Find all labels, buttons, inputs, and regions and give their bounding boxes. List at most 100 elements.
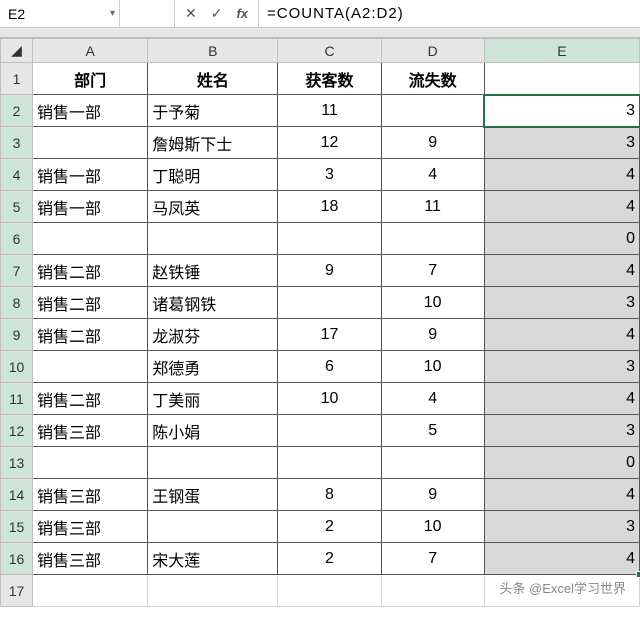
cell[interactable]: 9 — [381, 319, 484, 351]
row-header[interactable]: 5 — [1, 191, 33, 223]
cell[interactable]: 部门 — [33, 63, 148, 95]
row-header[interactable]: 4 — [1, 159, 33, 191]
cell[interactable]: 11 — [278, 95, 381, 127]
cell[interactable]: 2 — [278, 543, 381, 575]
cell[interactable]: 10 — [381, 351, 484, 383]
row-header[interactable]: 1 — [1, 63, 33, 95]
cell[interactable]: 丁聪明 — [148, 159, 278, 191]
cell[interactable]: 詹姆斯下士 — [148, 127, 278, 159]
cell[interactable]: 0 — [484, 447, 639, 479]
chevron-down-icon[interactable]: ▾ — [110, 8, 115, 19]
cell[interactable] — [278, 287, 381, 319]
row-header[interactable]: 17 — [1, 575, 33, 607]
cell[interactable]: 销售三部 — [33, 543, 148, 575]
cell[interactable]: 获客数 — [278, 63, 381, 95]
cell[interactable]: 3 — [484, 511, 639, 543]
row-header[interactable]: 10 — [1, 351, 33, 383]
row-header[interactable]: 11 — [1, 383, 33, 415]
cell[interactable]: 王钢蛋 — [148, 479, 278, 511]
cell[interactable] — [33, 223, 148, 255]
cell[interactable]: 销售一部 — [33, 95, 148, 127]
row-header[interactable]: 13 — [1, 447, 33, 479]
cell[interactable]: 3 — [484, 351, 639, 383]
col-header-c[interactable]: C — [278, 39, 381, 63]
cell[interactable]: 销售二部 — [33, 255, 148, 287]
cell[interactable] — [148, 223, 278, 255]
cell[interactable]: 龙淑芬 — [148, 319, 278, 351]
cell[interactable]: 9 — [381, 127, 484, 159]
cell[interactable]: 9 — [278, 255, 381, 287]
cell[interactable]: 马凤英 — [148, 191, 278, 223]
select-all-corner[interactable]: ◢ — [1, 39, 33, 63]
cell[interactable]: 6 — [278, 351, 381, 383]
cell[interactable]: 销售三部 — [33, 479, 148, 511]
col-header-e[interactable]: E — [484, 39, 639, 63]
cell[interactable]: 5 — [381, 415, 484, 447]
cell[interactable]: 3 — [278, 159, 381, 191]
row-header[interactable]: 7 — [1, 255, 33, 287]
cell[interactable] — [278, 223, 381, 255]
cell[interactable]: 4 — [484, 159, 639, 191]
cell[interactable]: 姓名 — [148, 63, 278, 95]
cell[interactable]: 17 — [278, 319, 381, 351]
row-header[interactable]: 14 — [1, 479, 33, 511]
cell[interactable]: 于予菊 — [148, 95, 278, 127]
fill-handle[interactable] — [636, 571, 640, 578]
cell[interactable]: 3 — [484, 127, 639, 159]
cell[interactable]: 3 — [484, 415, 639, 447]
cell[interactable] — [484, 63, 639, 95]
col-header-d[interactable]: D — [381, 39, 484, 63]
col-header-b[interactable]: B — [148, 39, 278, 63]
cell[interactable] — [278, 447, 381, 479]
cell[interactable]: 12 — [278, 127, 381, 159]
cell[interactable]: 4 — [484, 191, 639, 223]
row-header[interactable]: 12 — [1, 415, 33, 447]
cell[interactable]: 销售二部 — [33, 383, 148, 415]
row-header[interactable]: 9 — [1, 319, 33, 351]
cell[interactable]: 销售二部 — [33, 287, 148, 319]
cell[interactable]: 4 — [381, 383, 484, 415]
cell[interactable]: 销售二部 — [33, 319, 148, 351]
cell[interactable]: 18 — [278, 191, 381, 223]
cell[interactable]: 10 — [381, 287, 484, 319]
cell[interactable]: 4 — [484, 255, 639, 287]
cell[interactable] — [33, 575, 148, 607]
formula-input[interactable]: =COUNTA(A2:D2) — [259, 0, 640, 27]
cell[interactable]: 4 — [484, 383, 639, 415]
row-header[interactable]: 3 — [1, 127, 33, 159]
cell[interactable]: 销售一部 — [33, 159, 148, 191]
name-box[interactable]: E2 ▾ — [0, 0, 120, 27]
cancel-icon[interactable]: ✕ — [185, 5, 197, 22]
cell[interactable] — [381, 575, 484, 607]
cell[interactable] — [33, 127, 148, 159]
cell[interactable]: 4 — [484, 479, 639, 511]
row-header[interactable]: 2 — [1, 95, 33, 127]
cell[interactable] — [381, 223, 484, 255]
cell[interactable]: 4 — [484, 319, 639, 351]
cell[interactable]: 10 — [278, 383, 381, 415]
cell[interactable] — [278, 575, 381, 607]
cell[interactable] — [381, 447, 484, 479]
cell[interactable]: 销售三部 — [33, 415, 148, 447]
cell[interactable]: 2 — [278, 511, 381, 543]
fx-icon[interactable]: fx — [236, 6, 248, 21]
cell[interactable]: 8 — [278, 479, 381, 511]
row-header[interactable]: 6 — [1, 223, 33, 255]
cell[interactable] — [148, 511, 278, 543]
cell[interactable]: 9 — [381, 479, 484, 511]
cell[interactable] — [33, 447, 148, 479]
cell[interactable]: 郑德勇 — [148, 351, 278, 383]
cell[interactable] — [33, 351, 148, 383]
cell[interactable]: 4 — [381, 159, 484, 191]
row-header[interactable]: 15 — [1, 511, 33, 543]
spreadsheet-grid[interactable]: ◢ A B C D E 1 部门 姓名 获客数 流失数 2 销售一部 于予菊 1… — [0, 38, 640, 607]
cell[interactable]: 诸葛钢铁 — [148, 287, 278, 319]
active-cell[interactable]: 3 — [484, 95, 639, 127]
cell[interactable]: 丁美丽 — [148, 383, 278, 415]
cell[interactable]: 赵铁锤 — [148, 255, 278, 287]
cell[interactable]: 7 — [381, 543, 484, 575]
cell[interactable]: 流失数 — [381, 63, 484, 95]
cell[interactable]: 11 — [381, 191, 484, 223]
cell[interactable] — [381, 95, 484, 127]
cell[interactable] — [148, 575, 278, 607]
